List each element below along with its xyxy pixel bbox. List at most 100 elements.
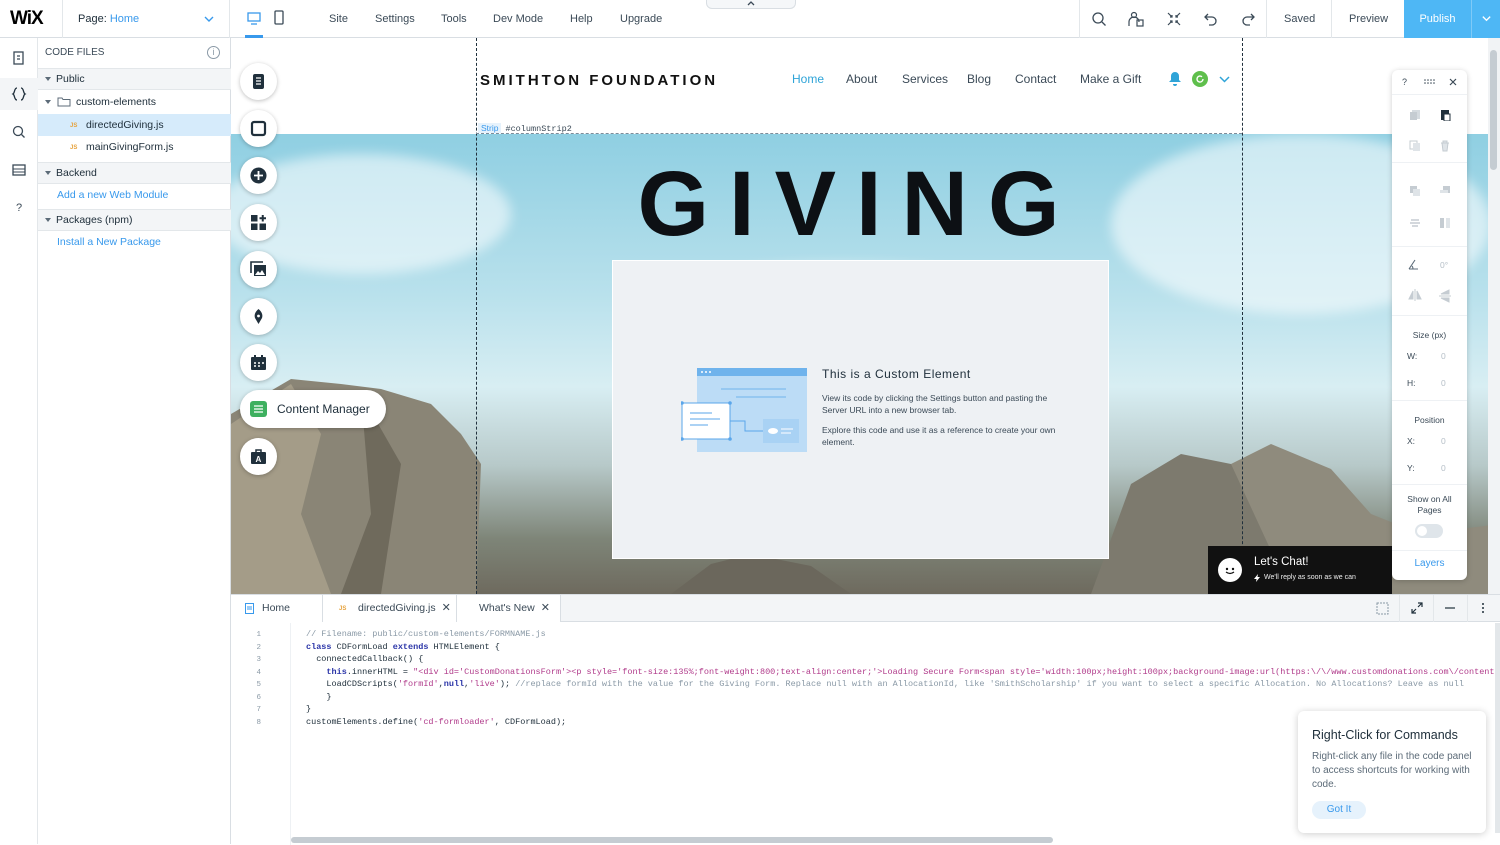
duplicate-icon[interactable] xyxy=(1409,140,1421,152)
database-icon[interactable] xyxy=(11,162,27,178)
close-tab-icon[interactable]: ✕ xyxy=(541,602,550,614)
height-value[interactable]: 0 xyxy=(1441,378,1446,388)
arrange-forward-icon[interactable] xyxy=(1409,185,1421,197)
bell-icon[interactable] xyxy=(1168,71,1182,86)
help-icon[interactable]: ? xyxy=(1402,77,1407,87)
close-tab-icon[interactable]: ✕ xyxy=(442,602,451,614)
width-value[interactable]: 0 xyxy=(1441,351,1446,361)
more-options-icon[interactable] xyxy=(1481,602,1485,614)
rotate-angle-icon[interactable] xyxy=(1407,258,1419,270)
drag-handle-icon[interactable] xyxy=(1424,79,1436,85)
strip-tag[interactable]: Strip #columnStrip2 xyxy=(478,122,572,135)
top-bar: WiX Page: Home Site Settings Tools Dev M… xyxy=(0,0,1500,38)
preview-button[interactable]: Preview xyxy=(1349,0,1388,38)
code-horizontal-scrollbar[interactable] xyxy=(291,837,1053,843)
x-label: X: xyxy=(1407,436,1416,446)
got-it-button[interactable]: Got It xyxy=(1312,801,1366,819)
wix-logo[interactable]: WiX xyxy=(10,8,44,30)
page-selector[interactable]: Page: Home xyxy=(62,0,230,38)
search-icon[interactable] xyxy=(11,124,27,140)
accessibility-icon[interactable] xyxy=(1127,11,1145,27)
add-apps-button[interactable] xyxy=(240,204,277,241)
chevron-down-icon[interactable] xyxy=(1219,75,1230,84)
custom-element-hint: Explore this code and use it as a refere… xyxy=(822,425,1056,447)
nav-services[interactable]: Services xyxy=(902,72,948,86)
nav-home[interactable]: Home xyxy=(792,72,824,86)
file-directed-giving[interactable]: JS directedGiving.js xyxy=(38,114,231,136)
section-backend[interactable]: Backend xyxy=(38,162,231,184)
menu-upgrade[interactable]: Upgrade xyxy=(620,0,662,38)
nav-contact[interactable]: Contact xyxy=(1015,72,1056,86)
code-braces-icon[interactable] xyxy=(11,86,27,102)
search-icon[interactable] xyxy=(1091,11,1107,27)
grid-guide-left xyxy=(476,38,477,594)
redo-icon[interactable] xyxy=(1240,11,1256,27)
canvas-scrollbar[interactable] xyxy=(1488,38,1500,594)
editor-canvas[interactable]: SMITHTON FOUNDATION Home About Services … xyxy=(231,38,1500,594)
custom-element-placeholder[interactable]: This is a Custom Element View its code b… xyxy=(612,260,1109,559)
nav-about[interactable]: About xyxy=(846,72,877,86)
section-packages[interactable]: Packages (npm) xyxy=(38,209,231,231)
x-value[interactable]: 0 xyxy=(1441,436,1446,446)
pages-icon[interactable] xyxy=(11,50,27,66)
tab-directed-giving[interactable]: JS directedGiving.js ✕ xyxy=(323,595,457,622)
chat-widget[interactable]: Let's Chat! We'll reply as soon as we ca… xyxy=(1208,546,1392,594)
info-icon[interactable]: i xyxy=(207,46,220,59)
flip-horizontal-icon[interactable] xyxy=(1408,289,1422,301)
collapse-handle[interactable] xyxy=(706,0,796,9)
blog-button[interactable] xyxy=(240,298,277,335)
line-number: 7 xyxy=(256,706,261,714)
publish-button[interactable]: Publish xyxy=(1404,0,1471,38)
site-brand[interactable]: SMITHTON FOUNDATION xyxy=(480,72,718,89)
show-on-all-pages-toggle[interactable] xyxy=(1415,524,1443,538)
menu-settings[interactable]: Settings xyxy=(375,0,415,38)
app-market-button[interactable]: A xyxy=(240,438,277,475)
add-elements-button[interactable] xyxy=(240,157,277,194)
media-button[interactable] xyxy=(240,251,277,288)
align-center-icon[interactable] xyxy=(1409,217,1421,229)
refresh-badge-icon[interactable] xyxy=(1192,71,1208,87)
canvas-scrollbar-thumb[interactable] xyxy=(1490,50,1497,170)
bookings-button[interactable] xyxy=(240,344,277,381)
minimize-icon[interactable] xyxy=(1444,602,1456,614)
delete-icon[interactable] xyxy=(1439,140,1451,152)
section-public[interactable]: Public xyxy=(38,68,231,90)
code-vertical-scrollbar[interactable] xyxy=(1495,623,1500,833)
show-on-all-pages-label: Show on All Pages xyxy=(1407,494,1452,515)
mobile-icon[interactable] xyxy=(272,10,286,26)
install-package-link[interactable]: Install a New Package xyxy=(57,236,161,248)
help-icon[interactable]: ? xyxy=(11,199,27,215)
menus-pages-button[interactable] xyxy=(240,63,277,100)
close-icon[interactable] xyxy=(1449,78,1457,86)
properties-panel-icon[interactable] xyxy=(1376,602,1389,615)
add-web-module-link[interactable]: Add a new Web Module xyxy=(57,189,168,201)
y-value[interactable]: 0 xyxy=(1441,463,1446,473)
rotation-value[interactable]: 0° xyxy=(1440,260,1448,270)
distribute-icon[interactable] xyxy=(1439,217,1451,229)
menu-dev-mode[interactable]: Dev Mode xyxy=(493,0,543,38)
folder-custom-elements[interactable]: custom-elements xyxy=(38,91,231,113)
tab-home[interactable]: Home xyxy=(231,595,323,622)
flip-vertical-icon[interactable] xyxy=(1439,289,1451,303)
caret-down-icon xyxy=(45,218,51,222)
menu-tools[interactable]: Tools xyxy=(441,0,467,38)
copy-icon[interactable] xyxy=(1409,109,1421,121)
content-manager-button[interactable]: Content Manager xyxy=(240,390,386,428)
desktop-icon[interactable] xyxy=(246,10,262,26)
nav-make-a-gift[interactable]: Make a Gift xyxy=(1080,72,1141,86)
expand-icon[interactable] xyxy=(1411,602,1423,614)
menu-help[interactable]: Help xyxy=(570,0,593,38)
zoom-out-icon[interactable] xyxy=(1166,11,1182,27)
arrange-back-icon[interactable] xyxy=(1439,185,1451,197)
publish-dropdown[interactable] xyxy=(1471,0,1500,38)
divider xyxy=(1392,550,1467,551)
file-main-giving-form[interactable]: JS mainGivingForm.js xyxy=(38,136,231,158)
nav-blog[interactable]: Blog xyxy=(967,72,991,86)
background-button[interactable] xyxy=(240,110,277,147)
paste-icon[interactable] xyxy=(1439,109,1451,121)
hero-title[interactable]: GIVING xyxy=(231,152,1466,257)
menu-site[interactable]: Site xyxy=(329,0,348,38)
layers-button[interactable]: Layers xyxy=(1392,558,1467,569)
undo-icon[interactable] xyxy=(1203,11,1219,27)
tab-whats-new[interactable]: What's New ✕ xyxy=(457,595,561,622)
